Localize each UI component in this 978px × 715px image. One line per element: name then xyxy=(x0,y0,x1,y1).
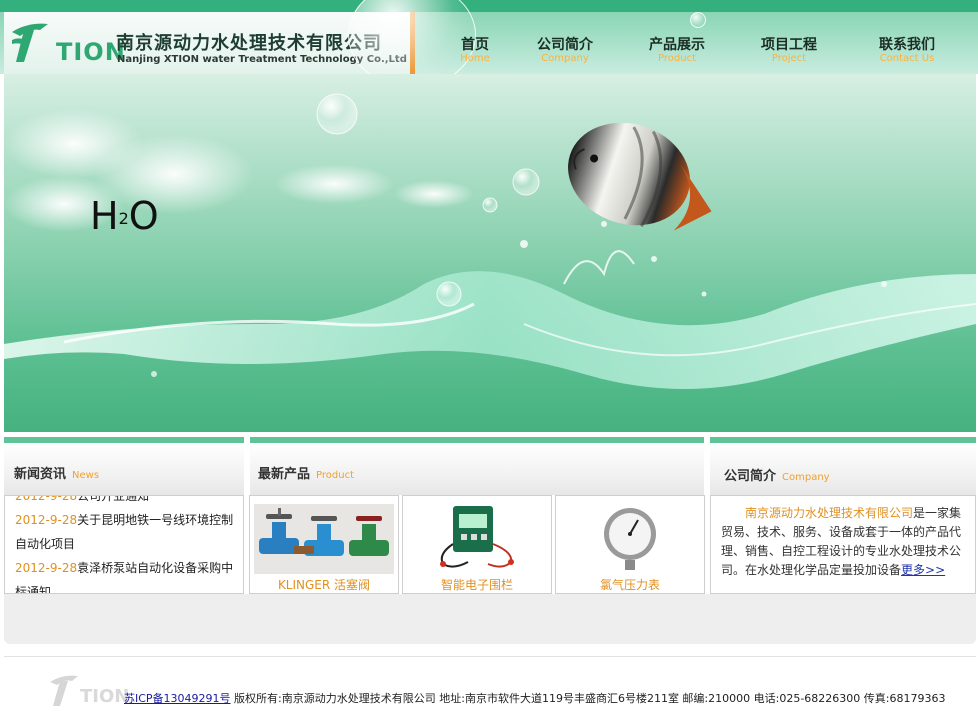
product-name: KLINGER 活塞阀 xyxy=(277,578,371,592)
nav-item-project[interactable]: 项目工程 Project xyxy=(734,12,844,74)
product-card[interactable]: 智能电子围栏 xyxy=(402,495,552,594)
nav-sublabel: Project xyxy=(771,53,807,64)
butterfly-fish xyxy=(568,122,712,231)
xtion-logo-icon xyxy=(12,23,48,62)
nav-sublabel: Contact Us xyxy=(879,53,935,64)
h2o-title: H2O xyxy=(90,194,159,238)
h2o-o: O xyxy=(128,194,159,238)
product-subtitle: Product xyxy=(316,470,354,481)
news-date: 2012-9-28 xyxy=(15,561,78,575)
product-card[interactable]: KLINGER 活塞阀 xyxy=(249,495,399,594)
main-nav: 首页 Home 公司简介 Company 产品展示 Product 项目工程 P… xyxy=(420,12,978,74)
footer-copyright: 版权所有:南京源动力水处理技术有限公司 地址:南京市软件大道119号丰盛商汇6号… xyxy=(230,692,946,705)
nav-label: 项目工程 xyxy=(761,37,817,53)
nav-item-company[interactable]: 公司简介 Company xyxy=(510,12,620,74)
icp-link[interactable]: 苏ICP备13049291号 xyxy=(124,692,231,705)
hero-banner: H2O xyxy=(4,74,976,432)
nav-item-product[interactable]: 产品展示 Product xyxy=(622,12,732,74)
news-panel-title: 新闻资讯 News xyxy=(14,463,99,482)
nav-item-contact[interactable]: 联系我们 Contact Us xyxy=(852,12,962,74)
site-header: TION 南京源动力水处理技术有限公司 Nanjing XTION water … xyxy=(0,0,978,88)
footer-logo-icon: TION xyxy=(50,675,129,707)
nav-sublabel: Company xyxy=(541,53,589,64)
news-panel-header: 新闻资讯 News xyxy=(4,443,244,495)
intro-subtitle: Company xyxy=(782,472,830,483)
news-subtitle: News xyxy=(72,470,100,481)
news-list-box: 2012-9-28公司开业通知 2012-9-28关于昆明地铁一号线环境控制自动… xyxy=(4,495,244,594)
news-text: 公司开业通知 xyxy=(77,495,150,503)
news-title: 新闻资讯 xyxy=(14,467,67,482)
more-link[interactable]: 更多>> xyxy=(901,563,945,577)
news-item[interactable]: 2012-9-28公司开业通知 xyxy=(15,495,235,508)
news-date: 2012-9-28 xyxy=(15,495,78,503)
cloud-shapes xyxy=(4,109,474,232)
news-date: 2012-9-28 xyxy=(15,513,78,527)
news-list: 2012-9-28公司开业通知 2012-9-28关于昆明地铁一号线环境控制自动… xyxy=(15,495,235,593)
h2o-subscript: 2 xyxy=(118,209,129,228)
valve-icon xyxy=(254,504,394,574)
banner-illustration xyxy=(4,93,976,389)
product-name: 智能电子围栏 xyxy=(440,578,513,592)
nav-label: 产品展示 xyxy=(649,37,705,53)
news-item[interactable]: 2012-9-28关于昆明地铁一号线环境控制自动化项目 xyxy=(15,508,235,556)
intro-title: 公司简介 xyxy=(724,469,777,484)
product-title: 最新产品 xyxy=(258,467,311,482)
nav-label: 联系我们 xyxy=(879,37,935,53)
intro-box: 南京源动力水处理技术有限公司是一家集贸易、技术、服务、设备成套于一体的产品代理、… xyxy=(710,495,976,594)
intro-paragraph: 南京源动力水处理技术有限公司是一家集贸易、技术、服务、设备成套于一体的产品代理、… xyxy=(721,504,969,580)
pressure-gauge-icon xyxy=(604,508,656,570)
product-name: 氯气压力表 xyxy=(599,578,660,592)
product-panel-header: 最新产品 Product xyxy=(250,443,704,495)
footer-divider xyxy=(4,656,976,657)
product-panel-title: 最新产品 Product xyxy=(258,463,354,482)
header-top-bar xyxy=(0,0,978,12)
intro-panel-title: 公司简介 Company xyxy=(724,465,830,484)
footer-logo: TION xyxy=(48,670,129,710)
nav-label: 公司简介 xyxy=(537,37,593,53)
footer-logo-text: TION xyxy=(80,686,128,707)
intro-company-name: 南京源动力水处理技术有限公司 xyxy=(745,506,914,520)
intro-panel-header: 公司简介 Company xyxy=(710,443,976,495)
h2o-h: H xyxy=(90,194,119,238)
content-bottom-bar xyxy=(4,594,976,644)
news-item[interactable]: 2012-9-28袁泽桥泵站自动化设备采购中标通知 xyxy=(15,556,235,593)
footer-info: 苏ICP备13049291号 版权所有:南京源动力水处理技术有限公司 地址:南京… xyxy=(124,690,945,706)
electric-fence-icon xyxy=(440,506,514,568)
product-card[interactable]: 氯气压力表 xyxy=(555,495,705,594)
nav-sublabel: Product xyxy=(658,53,696,64)
company-name-cn: 南京源动力水处理技术有限公司 xyxy=(116,33,382,54)
water-splash xyxy=(4,221,976,389)
